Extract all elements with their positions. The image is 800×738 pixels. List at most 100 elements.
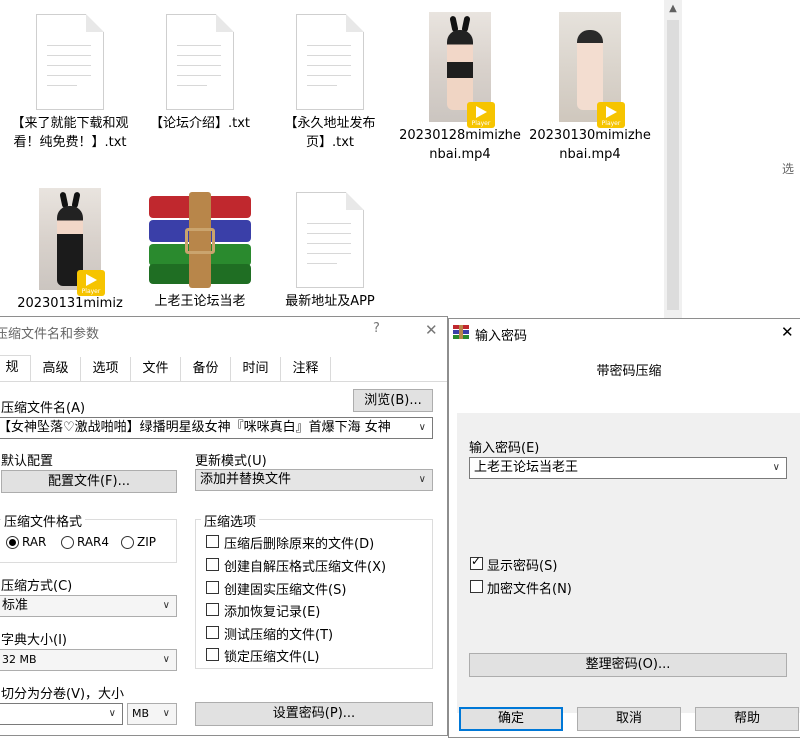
scroll-up-arrow-icon[interactable]: ▲: [664, 0, 682, 18]
organize-passwords-button[interactable]: 整理密码(O)...: [469, 653, 787, 677]
file-name: 20230128mimizhenbai.mp4: [399, 128, 521, 162]
file-item[interactable]: Player 20230130mimizhenbai.mp4: [525, 12, 655, 164]
dialog-heading: 带密码压缩: [596, 364, 662, 379]
method-select[interactable]: 标准 ∨: [0, 595, 177, 617]
dialog-title: 压缩文件名和参数: [0, 327, 100, 342]
password-panel: 输入密码(E) 上老王论坛当老王 ∨ 显示密码(S) 加密文件名(N) 整理密码…: [457, 413, 800, 713]
chevron-down-icon[interactable]: ∨: [419, 470, 426, 490]
split-size-combobox[interactable]: ∨: [0, 703, 123, 725]
option-label: 创建固实压缩文件(S): [224, 583, 347, 598]
player-badge-icon: Player: [77, 270, 105, 296]
profiles-button[interactable]: 配置文件(F)...: [1, 470, 177, 493]
file-item[interactable]: 上老王论坛当老: [135, 192, 265, 311]
text-file-icon: [166, 14, 234, 110]
split-unit-value: MB: [132, 707, 150, 720]
video-thumbnail: Player: [429, 12, 495, 128]
chevron-down-icon[interactable]: ∨: [163, 596, 170, 616]
player-badge-icon: Player: [597, 102, 625, 128]
encrypt-filenames-checkbox[interactable]: [470, 580, 483, 593]
close-icon[interactable]: ✕: [425, 321, 438, 339]
method-value: 标准: [2, 598, 29, 613]
file-name: 20230131mimiz: [17, 296, 123, 311]
tab-general[interactable]: 规: [0, 355, 31, 382]
show-password-label: 显示密码(S): [487, 559, 558, 574]
tab-files[interactable]: 文件: [131, 357, 181, 381]
dialog-titlebar: 输入密码 ✕: [449, 319, 800, 349]
scrollbar-thumb[interactable]: [667, 20, 679, 310]
update-mode-label: 更新模式(U): [195, 454, 267, 469]
file-name: 【论坛介绍】.txt: [149, 116, 251, 131]
text-file-icon: [296, 14, 364, 110]
file-item[interactable]: Player 20230128mimizhenbai.mp4: [395, 12, 525, 164]
set-password-button[interactable]: 设置密码(P)...: [195, 702, 433, 726]
chevron-down-icon[interactable]: ∨: [773, 458, 780, 478]
file-item[interactable]: Player 20230131mimiz: [5, 188, 135, 313]
option-label: 添加恢复记录(E): [224, 605, 321, 620]
browse-button[interactable]: 浏览(B)...: [353, 389, 433, 412]
option-label: 创建自解压格式压缩文件(X): [224, 560, 387, 575]
tab-time[interactable]: 时间: [231, 357, 281, 381]
winrar-app-icon: [453, 325, 469, 339]
chevron-down-icon[interactable]: ∨: [109, 704, 116, 724]
file-name: 【来了就能下载和观看！纯免费！】.txt: [11, 116, 129, 150]
format-rar4-radio[interactable]: [61, 536, 74, 549]
option-label: 测试压缩的文件(T): [224, 628, 334, 643]
video-thumbnail: Player: [39, 188, 105, 296]
dict-size-select[interactable]: 32 MB ∨: [0, 649, 177, 671]
option-label: 锁定压缩文件(L): [224, 650, 320, 665]
split-volume-label: 切分为分卷(V)，大小: [1, 687, 125, 702]
method-label: 压缩方式(C): [1, 579, 73, 594]
player-badge-icon: Player: [467, 102, 495, 128]
archive-name-value: 【女神坠落♡激战啪啪】绿播明星级女神『咪咪真白』首爆下海 女神: [0, 420, 391, 435]
video-thumbnail: Player: [559, 12, 625, 128]
tab-advanced[interactable]: 高级: [31, 357, 81, 381]
format-rar-label: RAR: [22, 535, 47, 549]
option-label: 压缩后删除原来的文件(D): [224, 537, 375, 552]
file-explorer: 【来了就能下载和观看！纯免费！】.txt 【论坛介绍】.txt 【永久地址发布页…: [0, 0, 800, 318]
tab-comment[interactable]: 注释: [281, 357, 331, 381]
test-files-checkbox[interactable]: [206, 626, 219, 639]
help-icon[interactable]: ?: [373, 321, 380, 336]
show-password-checkbox[interactable]: [470, 554, 483, 570]
delete-after-checkbox[interactable]: [206, 535, 219, 548]
file-name: 20230130mimizhenbai.mp4: [529, 128, 651, 162]
file-item[interactable]: 【论坛介绍】.txt: [135, 14, 265, 133]
tab-options[interactable]: 选项: [81, 357, 131, 381]
update-mode-select[interactable]: 添加并替换文件 ∨: [195, 469, 433, 491]
tab-backup[interactable]: 备份: [181, 357, 231, 381]
password-value: 上老王论坛当老王: [474, 460, 579, 475]
archive-parameters-dialog: 压缩文件名和参数 ? ✕ 规 高级 选项 文件 备份 时间 注释 压缩文件名(A…: [0, 316, 448, 736]
archive-name-combobox[interactable]: 【女神坠落♡激战啪啪】绿播明星级女神『咪咪真白』首爆下海 女神 ∨: [0, 417, 433, 439]
dialog-title: 输入密码: [475, 329, 528, 344]
sfx-checkbox[interactable]: [206, 558, 219, 571]
encrypt-filenames-label: 加密文件名(N): [487, 582, 572, 597]
file-name: 上老王论坛当老: [154, 294, 246, 309]
dict-size-label: 字典大小(I): [1, 633, 67, 648]
text-file-icon: [296, 192, 364, 288]
solid-checkbox[interactable]: [206, 581, 219, 594]
chevron-down-icon[interactable]: ∨: [163, 704, 170, 724]
file-name: 最新地址及APP: [285, 294, 375, 309]
winrar-archive-icon: [145, 192, 255, 288]
cancel-button[interactable]: 取消: [577, 707, 681, 731]
file-item[interactable]: 【永久地址发布页】.txt: [265, 14, 395, 152]
format-rar4-label: RAR4: [77, 535, 110, 549]
help-button[interactable]: 帮助: [695, 707, 799, 731]
format-rar-radio[interactable]: [6, 536, 19, 549]
chevron-down-icon[interactable]: ∨: [416, 418, 426, 438]
chevron-down-icon[interactable]: ∨: [163, 650, 170, 670]
file-item[interactable]: 【来了就能下载和观看！纯免费！】.txt: [5, 14, 135, 152]
default-profile-label: 默认配置: [1, 454, 54, 469]
format-zip-label: ZIP: [137, 535, 156, 549]
format-zip-radio[interactable]: [121, 536, 134, 549]
file-item[interactable]: 最新地址及APP: [265, 192, 395, 311]
password-input[interactable]: 上老王论坛当老王 ∨: [469, 457, 787, 479]
close-icon[interactable]: ✕: [781, 323, 794, 341]
ok-button[interactable]: 确定: [459, 707, 563, 731]
dict-size-value: 32 MB: [2, 653, 37, 666]
split-unit-select[interactable]: MB ∨: [127, 703, 177, 725]
lock-archive-checkbox[interactable]: [206, 648, 219, 661]
recovery-record-checkbox[interactable]: [206, 603, 219, 616]
archive-options-label: 压缩选项: [201, 511, 260, 530]
right-pane-hint: 选: [782, 162, 795, 176]
